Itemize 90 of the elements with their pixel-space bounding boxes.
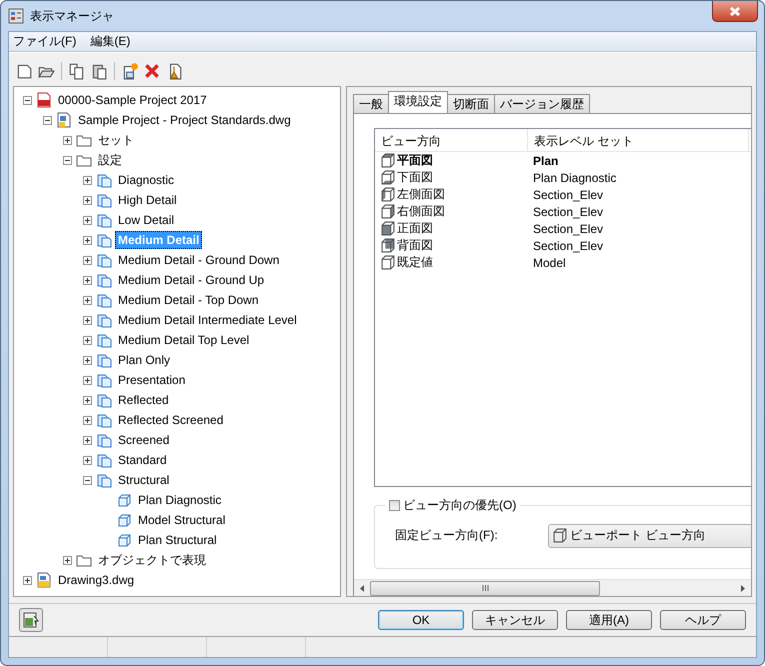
expand-toggle-icon[interactable] — [83, 336, 92, 344]
expand-toggle-icon[interactable] — [83, 316, 92, 324]
table-cell: 左側面図 — [397, 186, 445, 203]
tree-item[interactable]: Model Structural — [135, 511, 228, 529]
table-cell: 下面図 — [397, 169, 433, 186]
tree-item[interactable]: 設定 — [95, 150, 125, 170]
table-cell: 既定値 — [397, 254, 433, 271]
window-title: 表示マネージャ — [30, 8, 114, 24]
tab[interactable]: 環境設定 — [388, 91, 448, 113]
expand-toggle-icon[interactable] — [63, 156, 72, 164]
dialog-icon-button[interactable] — [19, 608, 43, 632]
expand-toggle-icon[interactable] — [63, 136, 72, 144]
expand-toggle-icon[interactable] — [83, 276, 92, 284]
close-button[interactable] — [712, 1, 758, 22]
tree-item[interactable]: Medium Detail Intermediate Level — [115, 311, 300, 329]
horizontal-scrollbar[interactable] — [354, 579, 751, 596]
expand-toggle-icon[interactable] — [23, 576, 32, 584]
menu-item[interactable]: ファイル(F) — [13, 33, 76, 50]
tree-item[interactable]: Medium Detail Top Level — [115, 331, 252, 349]
checkbox[interactable] — [389, 500, 400, 511]
cube-icon — [116, 532, 132, 548]
tree-item[interactable]: Medium Detail - Ground Up — [115, 271, 268, 289]
table-cell: Section_Elev — [533, 238, 604, 252]
dialog-button[interactable]: ヘルプ — [660, 610, 746, 630]
checkbox-label: ビュー方向の優先(O) — [403, 496, 516, 514]
new-item-icon[interactable] — [121, 62, 139, 80]
expand-toggle-icon[interactable] — [83, 376, 92, 384]
tree-item[interactable]: High Detail — [115, 191, 180, 209]
expand-toggle-icon[interactable] — [23, 96, 32, 104]
cube-icon — [116, 512, 132, 528]
field-label: 固定ビュー方向(F): — [395, 527, 499, 544]
tab[interactable]: バージョン履歴 — [494, 94, 590, 113]
tree-item[interactable]: Presentation — [115, 371, 188, 389]
cube-icon — [553, 528, 567, 544]
dialog-button[interactable]: キャンセル — [472, 610, 558, 630]
table-cell: 右側面図 — [397, 203, 445, 220]
cube-icon — [116, 492, 132, 508]
app-icon — [8, 8, 24, 24]
table-cell: Section_Elev — [533, 204, 604, 218]
tab[interactable]: 切断面 — [447, 94, 495, 113]
tree-item[interactable]: Plan Only — [115, 351, 174, 369]
tree-item[interactable]: オブジェクトで表現 — [95, 550, 209, 570]
tab[interactable]: 一般 — [353, 94, 389, 113]
tree-item[interactable]: Medium Detail - Ground Down — [115, 251, 282, 269]
expand-toggle-icon[interactable] — [83, 216, 92, 224]
tree-item[interactable]: Drawing3.dwg — [55, 571, 138, 589]
tree-item[interactable]: Plan Structural — [135, 531, 220, 549]
table-cell: Plan Diagnostic — [533, 170, 616, 184]
dialog-button[interactable]: 適用(A) — [566, 610, 652, 630]
expand-toggle-icon[interactable] — [83, 296, 92, 304]
expand-toggle-icon[interactable] — [83, 416, 92, 424]
tree-item[interactable]: セット — [95, 130, 137, 150]
tree-item[interactable]: Plan Diagnostic — [135, 491, 224, 509]
table-cell: 背面図 — [397, 237, 433, 254]
table-cell: Section_Elev — [533, 188, 604, 202]
close-icon — [728, 6, 742, 16]
expand-toggle-icon[interactable] — [83, 196, 92, 204]
expand-toggle-icon[interactable] — [43, 116, 52, 124]
expand-toggle-icon[interactable] — [63, 556, 72, 564]
scroll-right-icon[interactable] — [741, 584, 745, 592]
tree-item[interactable]: Reflected Screened — [115, 411, 226, 429]
expand-toggle-icon[interactable] — [83, 176, 92, 184]
copy-icon[interactable] — [68, 62, 86, 80]
tree-item[interactable]: Screened — [115, 431, 172, 449]
expand-toggle-icon[interactable] — [83, 476, 92, 484]
table-cell: 平面図 — [397, 152, 433, 169]
expand-toggle-icon[interactable] — [83, 356, 92, 364]
tree-item[interactable]: Sample Project - Project Standards.dwg — [75, 111, 294, 129]
tree-item[interactable]: Medium Detail - Top Down — [115, 291, 262, 309]
tree-item[interactable]: 00000-Sample Project 2017 — [55, 91, 210, 109]
expand-toggle-icon[interactable] — [83, 396, 92, 404]
expand-toggle-icon[interactable] — [83, 436, 92, 444]
dialog-button[interactable]: OK — [378, 610, 464, 630]
expand-toggle-icon[interactable] — [83, 236, 92, 244]
table-cell: Model — [533, 256, 566, 270]
view-direction-dropdown[interactable]: ビューポート ビュー方向 — [548, 524, 751, 548]
expand-toggle-icon[interactable] — [83, 256, 92, 264]
scroll-left-icon[interactable] — [360, 584, 364, 592]
table-cell: Plan — [533, 154, 558, 168]
table-cell: Section_Elev — [533, 222, 604, 236]
delete-icon[interactable] — [143, 62, 161, 80]
tree-item[interactable]: Reflected — [115, 391, 172, 409]
expand-toggle-icon[interactable] — [83, 456, 92, 464]
tree-item[interactable]: Diagnostic — [115, 171, 178, 189]
tree-item[interactable]: Standard — [115, 451, 170, 469]
grip-icon — [482, 585, 488, 591]
tree-item[interactable]: Low Detail — [115, 211, 178, 229]
table-cell: 正面図 — [397, 220, 433, 237]
tree-item[interactable]: Structural — [115, 471, 172, 489]
menu-item[interactable]: 編集(E) — [90, 33, 130, 50]
